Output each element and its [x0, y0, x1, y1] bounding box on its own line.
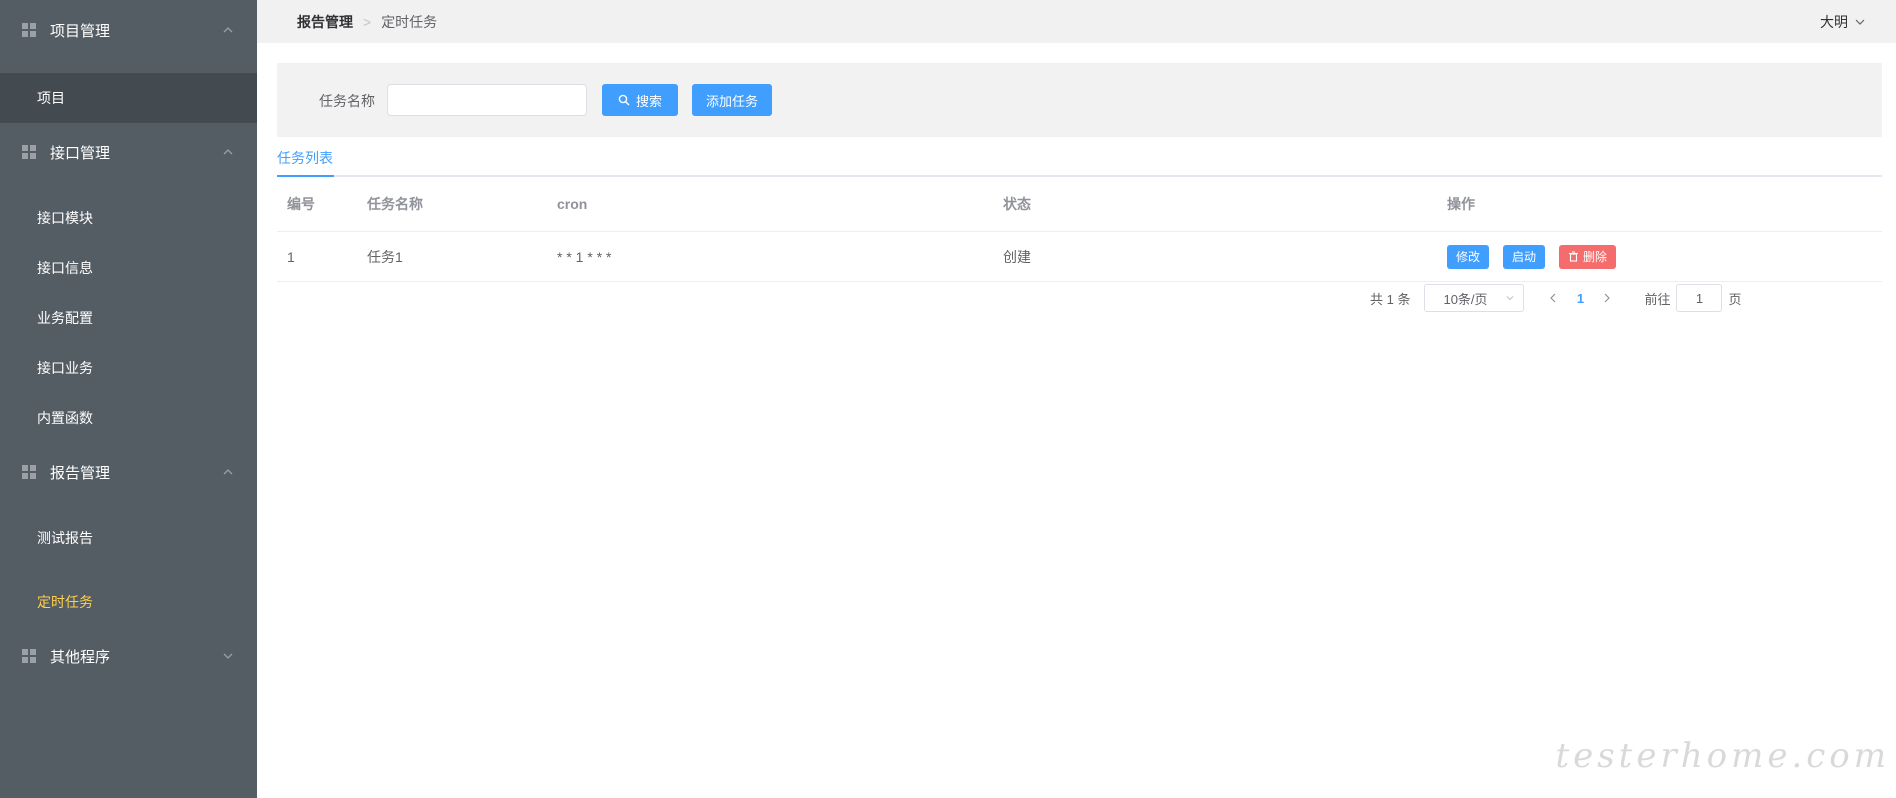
search-button-label: 搜索 [635, 93, 662, 109]
sidebar-item-api-module[interactable]: 接口模块 [0, 193, 257, 243]
cell-cron: * * 1 * * * [557, 248, 612, 265]
search-panel: 任务名称 搜索 添加任务 [277, 63, 1882, 137]
breadcrumb: 报告管理 > 定时任务 [297, 0, 437, 43]
cell-status: 创建 [1003, 248, 1031, 265]
pagination: 共 1 条 10条/页 1 前往 页 [1370, 284, 1742, 312]
menu-group-project-management[interactable]: 项目管理 [0, 0, 257, 60]
cell-task-name: 任务1 [367, 248, 403, 265]
cell-actions: 修改 启动 删除 [1447, 232, 1617, 281]
sidebar-item-label: 业务配置 [37, 310, 93, 326]
column-header-actions: 操作 [1447, 196, 1475, 212]
table-header: 编号 任务名称 cron 状态 操作 [277, 177, 1882, 232]
sidebar-item-business-config[interactable]: 业务配置 [0, 293, 257, 343]
menu-group-label: 其他程序 [50, 648, 111, 666]
watermark: testerhome.com [1555, 736, 1890, 776]
chevron-up-icon [223, 469, 233, 475]
prev-page-icon[interactable] [1546, 291, 1560, 305]
search-button[interactable]: 搜索 [602, 84, 678, 116]
menu-group-label: 项目管理 [50, 22, 111, 40]
user-dropdown[interactable]: 大明 [1820, 0, 1866, 43]
sidebar-item-label: 测试报告 [37, 530, 93, 546]
grid-icon [22, 649, 36, 663]
sidebar-item-label: 接口信息 [37, 260, 93, 276]
sidebar-item-test-report[interactable]: 测试报告 [0, 513, 257, 563]
menu-group-report-management[interactable]: 报告管理 [0, 442, 257, 502]
edit-button[interactable]: 修改 [1447, 244, 1490, 269]
goto-page-input[interactable] [1676, 284, 1723, 312]
task-table: 编号 任务名称 cron 状态 操作 1 任务1 * * 1 * * * 创建 … [277, 177, 1882, 282]
menu-group-label: 接口管理 [50, 144, 111, 162]
task-name-input[interactable] [387, 84, 587, 116]
delete-button-label: 删除 [1583, 250, 1608, 264]
goto-label: 前往 [1644, 291, 1671, 307]
menu-group-label: 报告管理 [50, 464, 111, 482]
sidebar-item-label: 接口业务 [37, 360, 93, 376]
grid-icon [22, 145, 36, 159]
tabs: 任务列表 [277, 140, 1882, 177]
start-button-label: 启动 [1512, 250, 1537, 264]
chevron-up-icon [223, 149, 233, 155]
sidebar-item-api-info[interactable]: 接口信息 [0, 243, 257, 293]
search-icon [618, 94, 630, 106]
column-header-id: 编号 [287, 196, 315, 212]
sidebar-item-label: 项目 [37, 90, 65, 106]
sidebar-item-project[interactable]: 项目 [0, 73, 257, 123]
sidebar-item-label: 定时任务 [37, 594, 93, 610]
page-number-current[interactable]: 1 [1560, 291, 1600, 306]
sidebar-item-label: 接口模块 [37, 210, 93, 226]
breadcrumb-separator: > [363, 13, 372, 30]
column-header-cron: cron [557, 196, 588, 212]
add-task-button[interactable]: 添加任务 [692, 84, 772, 116]
sidebar-item-label: 内置函数 [37, 410, 93, 426]
next-page-icon[interactable] [1600, 291, 1614, 305]
tab-task-list[interactable]: 任务列表 [277, 148, 333, 177]
edit-button-label: 修改 [1456, 250, 1481, 264]
trash-icon [1569, 251, 1579, 262]
column-header-status: 状态 [1003, 196, 1031, 212]
grid-icon [22, 465, 36, 479]
breadcrumb-parent[interactable]: 报告管理 [297, 12, 353, 32]
sidebar-item-scheduled-tasks[interactable]: 定时任务 [0, 577, 257, 627]
breadcrumb-current: 定时任务 [381, 13, 438, 30]
chevron-up-icon [223, 27, 233, 33]
cell-id: 1 [287, 248, 295, 265]
sidebar-item-builtin-functions[interactable]: 内置函数 [0, 393, 257, 443]
menu-group-api-management[interactable]: 接口管理 [0, 122, 257, 182]
sidebar-item-api-business[interactable]: 接口业务 [0, 343, 257, 393]
top-bar: 报告管理 > 定时任务 大明 [257, 0, 1896, 43]
chevron-down-icon [1855, 19, 1865, 25]
table-row: 1 任务1 * * 1 * * * 创建 修改 启动 删除 [277, 232, 1882, 282]
page-size-value: 10条/页 [1443, 291, 1488, 307]
chevron-down-icon [1507, 296, 1514, 301]
add-task-button-label: 添加任务 [705, 93, 758, 109]
pagination-total: 共 1 条 [1370, 291, 1411, 307]
user-name: 大明 [1820, 13, 1848, 30]
grid-icon [22, 23, 36, 37]
goto-suffix: 页 [1728, 291, 1742, 307]
sidebar: 项目管理 项目 接口管理 接口模块 接口信息 业务配置 接口业务 内置函数 报告… [0, 0, 257, 798]
task-name-label: 任务名称 [319, 93, 375, 109]
tab-label: 任务列表 [277, 150, 333, 166]
menu-group-other-programs[interactable]: 其他程序 [0, 626, 257, 686]
delete-button[interactable]: 删除 [1559, 244, 1617, 269]
column-header-name: 任务名称 [367, 196, 423, 212]
chevron-down-icon [223, 653, 233, 659]
start-button[interactable]: 启动 [1503, 244, 1546, 269]
page-size-select[interactable]: 10条/页 [1424, 284, 1525, 312]
